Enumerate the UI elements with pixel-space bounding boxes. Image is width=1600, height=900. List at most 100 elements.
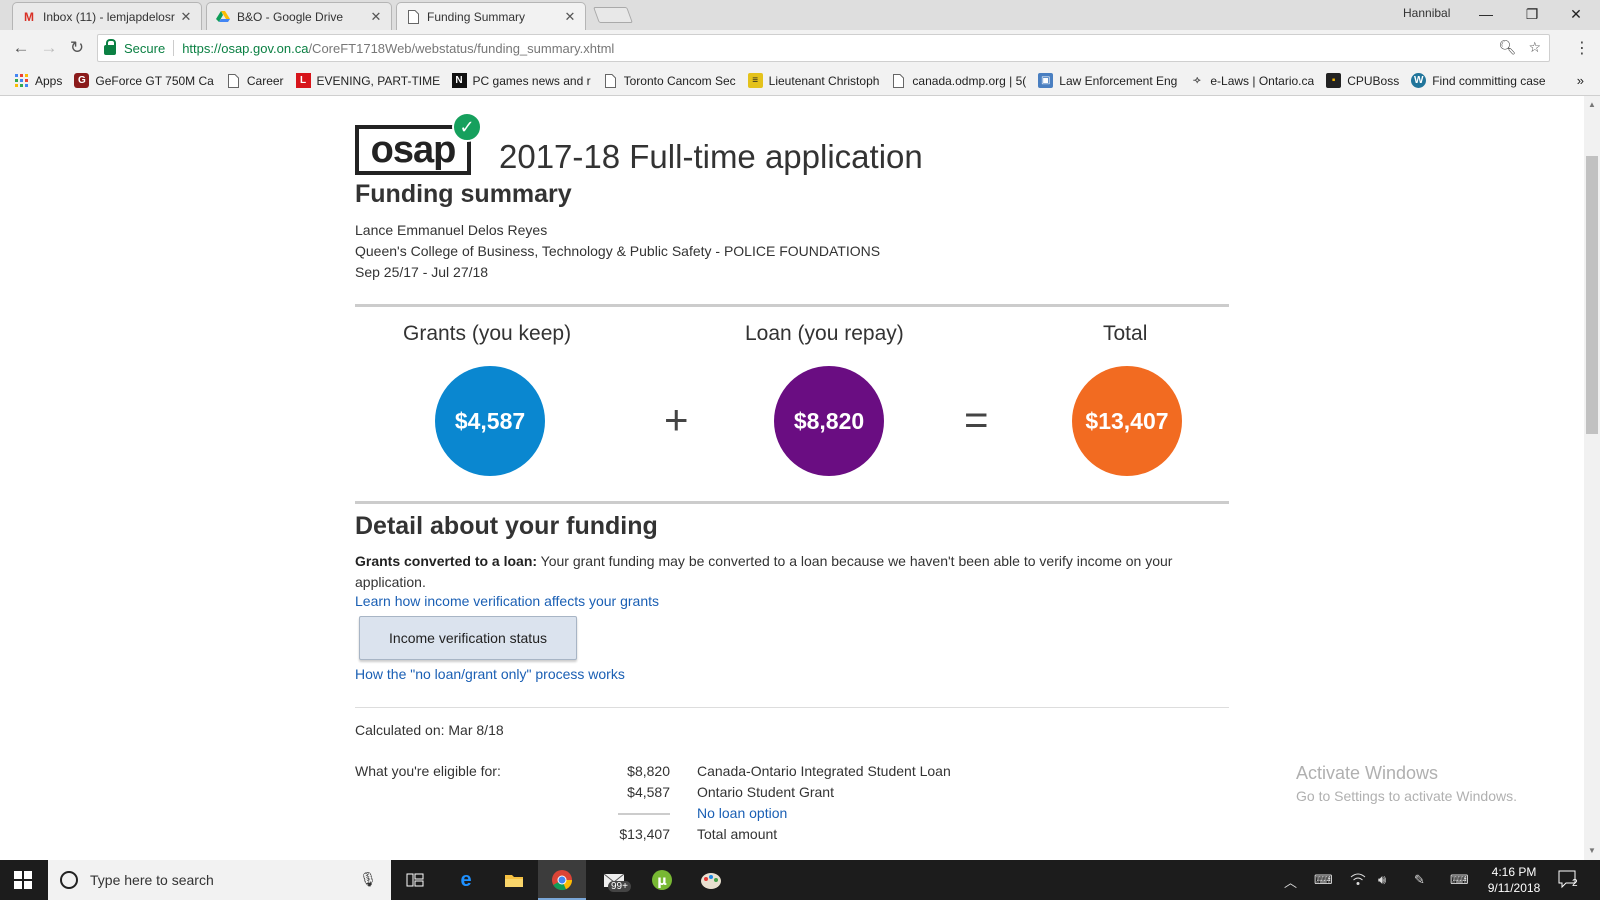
chrome-icon[interactable]: [548, 866, 576, 894]
bookmarks-bar: Apps G GeForce GT 750M Ca Career L EVENING…: [0, 66, 1600, 96]
chevron-right-icon[interactable]: »: [1577, 73, 1584, 88]
input-language-icon[interactable]: ⌨︎: [1314, 872, 1333, 888]
gmail-icon: M: [24, 9, 34, 24]
equals-sign: =: [964, 396, 989, 443]
close-icon[interactable]: ✕: [369, 9, 383, 25]
loan-label: Loan (you repay): [745, 322, 904, 345]
loan-amount: $8,820: [793, 407, 865, 434]
bookmark-toronto-cancom[interactable]: Toronto Cancom Sec: [603, 73, 736, 88]
eligible-label: What you're eligible for:: [355, 763, 501, 779]
grants-amount-circle: $4,587: [435, 366, 545, 476]
activate-windows-watermark: Activate Windows Go to Settings to activ…: [1296, 763, 1517, 804]
ontario-icon: ⟢: [1193, 75, 1201, 86]
browser-menu-icon[interactable]: ⋮: [1574, 38, 1590, 58]
bookmark-label: Find committing case: [1432, 73, 1546, 88]
bookmark-label: Toronto Cancom Sec: [623, 73, 736, 88]
total-amount-circle: $13,407: [1072, 366, 1182, 476]
svg-text:µ: µ: [657, 874, 667, 889]
utorrent-icon[interactable]: µ: [648, 866, 676, 894]
paint-icon[interactable]: [697, 866, 725, 894]
tab-title: Funding Summary: [427, 9, 526, 24]
window-close-icon[interactable]: ✕: [1556, 3, 1596, 25]
tab-title: B&O - Google Drive: [237, 9, 344, 24]
college-icon: L: [295, 73, 311, 88]
bookmark-geforce[interactable]: G GeForce GT 750M Ca: [74, 73, 214, 88]
page-icon: [226, 73, 241, 88]
close-icon[interactable]: ✕: [563, 9, 577, 25]
windows-start-icon[interactable]: [14, 871, 32, 889]
taskbar-search-box[interactable]: Type here to search 🎙︎: [48, 860, 391, 900]
page-scrollbar[interactable]: ▲ ▼: [1584, 96, 1600, 860]
file-explorer-icon[interactable]: [500, 866, 528, 894]
cortana-icon: [60, 871, 78, 889]
loan-eligible-description: Canada-Ontario Integrated Student Loan: [697, 763, 951, 779]
funding-summary-heading: Funding summary: [355, 180, 572, 208]
profile-name[interactable]: Hannibal: [1403, 6, 1450, 20]
bookmark-lieutenant[interactable]: ≡ Lieutenant Christoph: [747, 73, 880, 88]
forward-icon[interactable]: →: [38, 37, 60, 59]
keyboard-icon[interactable]: ⌨: [1450, 872, 1469, 888]
bookmark-pc-games[interactable]: N PC games news and r: [451, 73, 591, 88]
scroll-down-icon[interactable]: ▼: [1588, 846, 1596, 855]
tray-chevron-up-icon[interactable]: ︿: [1284, 872, 1297, 891]
bookmark-law-enforcement[interactable]: ▣ Law Enforcement Eng: [1038, 73, 1177, 88]
divider: [618, 813, 670, 815]
search-icon[interactable]: 🔍︎: [1499, 39, 1517, 56]
bookmark-cpuboss[interactable]: ▪ CPUBoss: [1326, 73, 1399, 88]
tab-funding-summary[interactable]: Funding Summary ✕: [396, 2, 586, 30]
bookmark-career[interactable]: Career: [226, 73, 284, 88]
microphone-icon[interactable]: 🎙︎: [359, 871, 377, 888]
logo-text: osap: [370, 128, 457, 171]
bookmark-label: GeForce GT 750M Ca: [95, 73, 214, 88]
taskbar-clock[interactable]: 4:16 PM 9/11/2018: [1474, 864, 1554, 896]
restore-icon[interactable]: ❐: [1512, 3, 1552, 25]
tab-google-drive[interactable]: B&O - Google Drive ✕: [206, 2, 392, 30]
bookmark-label: Lieutenant Christoph: [768, 73, 880, 88]
bookmark-label: canada.odmp.org | 5(: [912, 73, 1027, 88]
volume-icon[interactable]: 🔊︎: [1378, 872, 1386, 888]
grants-converted-notice: Grants converted to a loan: Your grant f…: [355, 551, 1229, 593]
close-icon[interactable]: ✕: [179, 9, 193, 25]
pen-icon[interactable]: ✎: [1414, 872, 1425, 888]
back-icon[interactable]: ←: [10, 37, 32, 59]
calculated-date: Calculated on: Mar 8/18: [355, 722, 504, 738]
bookmark-label: e-Laws | Ontario.ca: [1210, 73, 1315, 88]
tab-gmail[interactable]: M Inbox (11) - lemjapdelosr ✕: [12, 2, 202, 30]
bookmark-label: EVENING, PART-TIME: [316, 73, 440, 88]
bookmark-label: Career: [246, 73, 284, 88]
income-verification-link[interactable]: Learn how income verification affects yo…: [355, 593, 659, 609]
page-icon: [405, 9, 421, 25]
google-drive-icon: [215, 9, 231, 25]
no-loan-process-link[interactable]: How the "no loan/grant only" process wor…: [355, 666, 625, 682]
site-icon: ▣: [1038, 73, 1054, 88]
wifi-icon[interactable]: [1350, 872, 1366, 889]
notice-lead: Grants converted to a loan:: [355, 553, 538, 569]
star-icon[interactable]: ☆: [1528, 39, 1541, 56]
geforce-icon: G: [74, 73, 90, 88]
lock-icon: [104, 39, 116, 55]
address-bar[interactable]: Secure https://osap.gov.on.ca/CoreFT1718…: [97, 34, 1550, 62]
scroll-up-icon[interactable]: ▲: [1588, 100, 1596, 109]
scrollbar-thumb[interactable]: [1586, 156, 1598, 434]
divider: [355, 707, 1229, 708]
bookmark-e-laws[interactable]: ⟢ e-Laws | Ontario.ca: [1189, 73, 1314, 88]
notification-count: 2: [1572, 878, 1578, 889]
bookmark-label: PC games news and r: [472, 73, 591, 88]
url-host: https://osap.gov.on.ca: [182, 40, 309, 56]
grant-eligible-description: Ontario Student Grant: [697, 784, 834, 800]
bookmark-evening[interactable]: L EVENING, PART-TIME: [295, 73, 440, 88]
new-tab-button[interactable]: [593, 7, 633, 23]
edge-icon[interactable]: e: [452, 866, 480, 894]
task-view-icon[interactable]: [401, 866, 429, 894]
bookmark-odmp[interactable]: canada.odmp.org | 5(: [891, 73, 1026, 88]
income-verification-status-button[interactable]: Income verification status: [359, 616, 577, 660]
bookmark-find-committing[interactable]: W Find committing case: [1411, 73, 1546, 88]
student-name: Lance Emmanuel Delos Reyes: [355, 222, 548, 238]
no-loan-option-link[interactable]: No loan option: [697, 805, 787, 821]
badge-icon: ≡: [747, 73, 763, 88]
minimize-icon[interactable]: —: [1466, 3, 1506, 25]
divider: [355, 304, 1229, 307]
apps-grid-icon: [14, 73, 29, 88]
reload-icon[interactable]: ↻: [66, 37, 88, 59]
bookmark-apps[interactable]: Apps: [14, 73, 62, 88]
